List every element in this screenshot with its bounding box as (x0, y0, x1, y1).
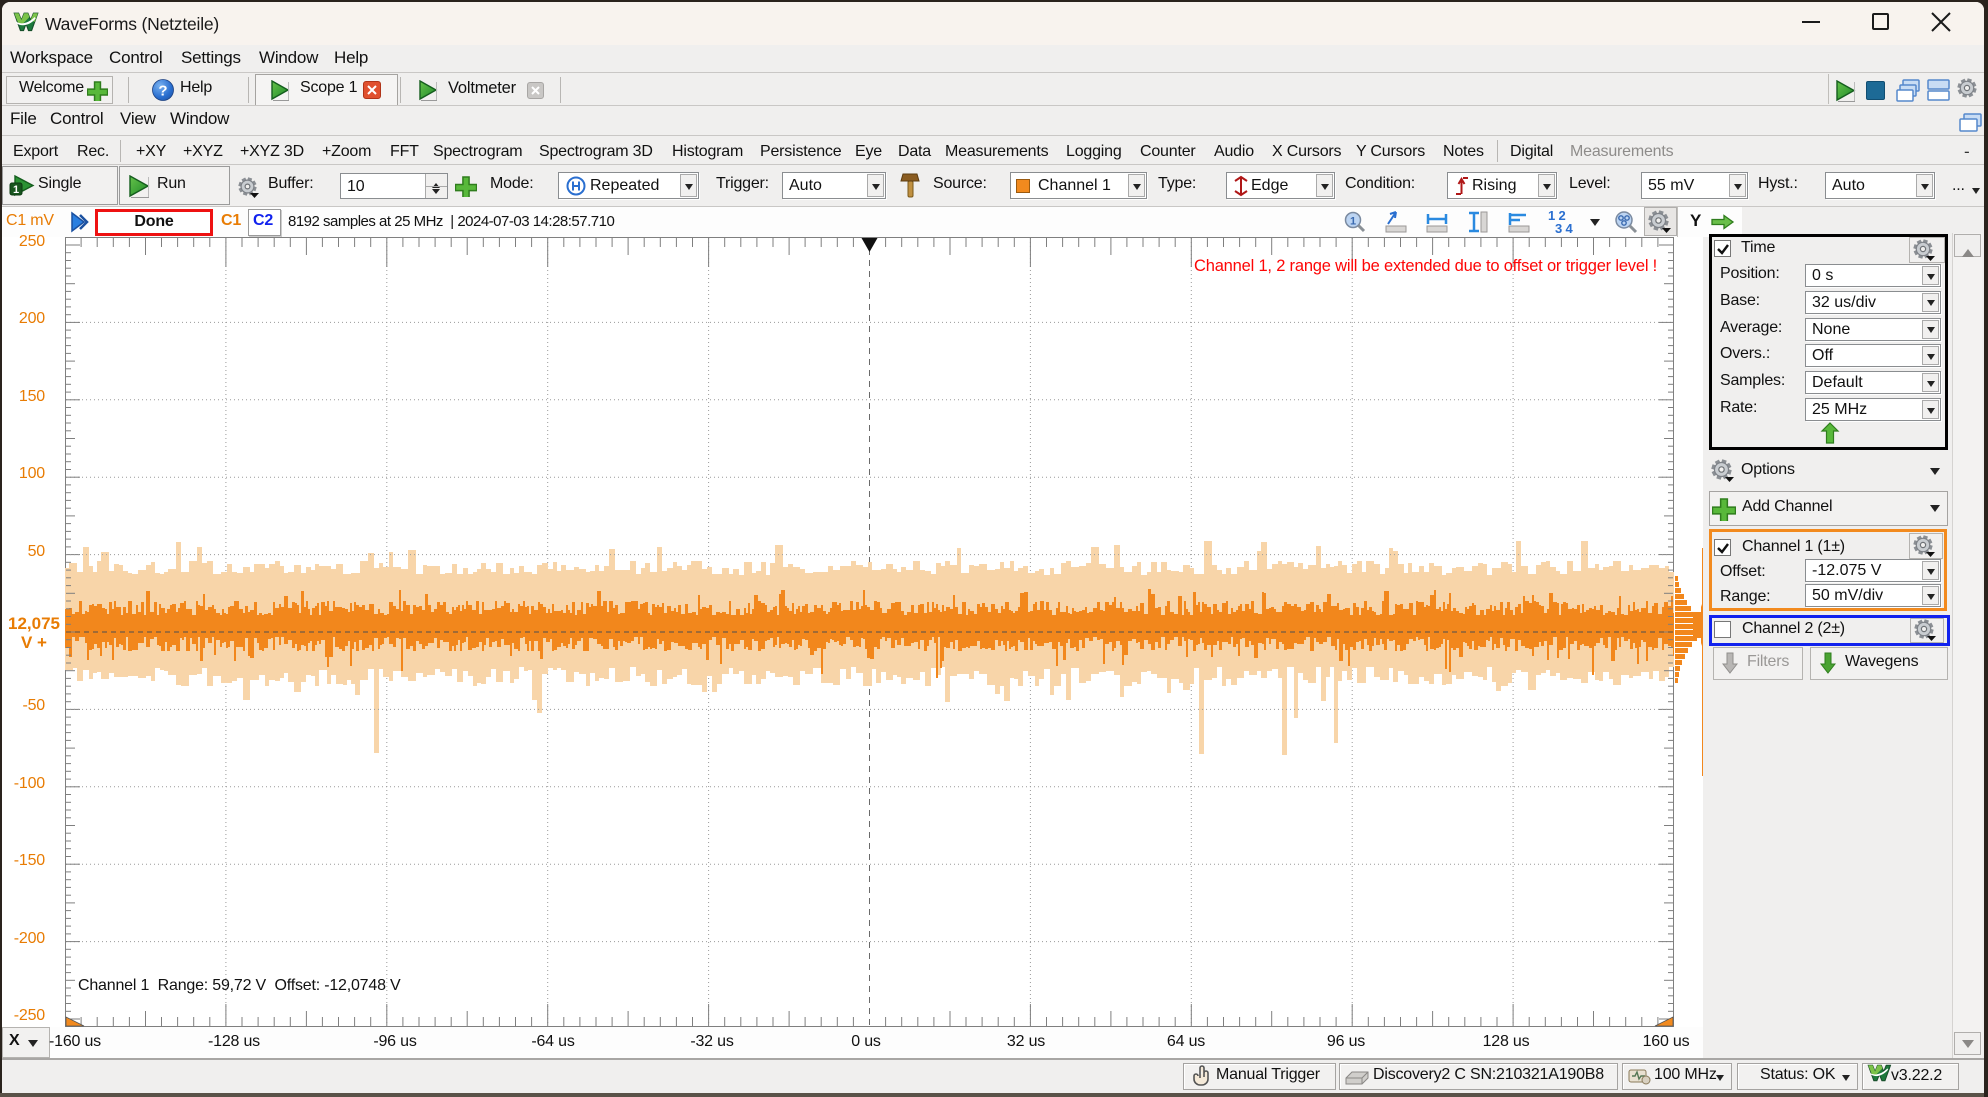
svg-text:?: ? (158, 83, 167, 100)
svg-text:1: 1 (13, 184, 19, 196)
svg-text:1: 1 (1350, 216, 1356, 228)
